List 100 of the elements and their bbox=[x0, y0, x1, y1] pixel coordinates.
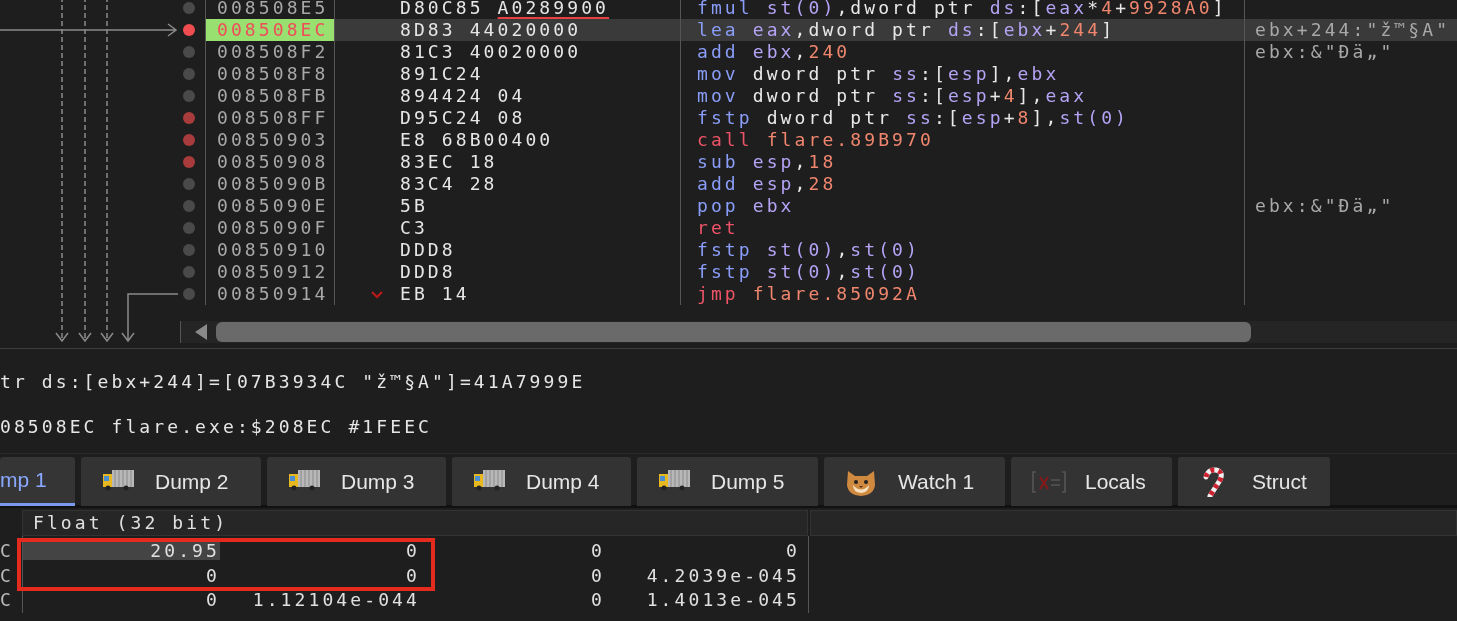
instruction-cell: add ebx,240 bbox=[680, 41, 1244, 63]
byte-group: 5B bbox=[400, 195, 428, 216]
value-cell[interactable]: 1.4013e-045 bbox=[605, 591, 800, 610]
address-cell: 008508EC bbox=[205, 19, 334, 41]
address-cell: 008508FB bbox=[205, 85, 334, 107]
byte-group: 08 bbox=[497, 107, 526, 128]
scrollbar-thumb[interactable] bbox=[216, 322, 1251, 342]
address-cell: 00850914 bbox=[205, 283, 334, 305]
comment-cell: ebx:&"Đä„" bbox=[1244, 41, 1457, 63]
byte-group: 68B00400 bbox=[441, 129, 554, 150]
address-cell: 008508FF bbox=[205, 107, 334, 129]
instruction-cell: fstp dword ptr ss:[esp+8],st(0) bbox=[680, 107, 1244, 129]
instruction-cell: fstp st(0),st(0) bbox=[680, 261, 1244, 283]
tab[interactable]: Dump 2 bbox=[81, 457, 261, 506]
breakpoint-dot[interactable] bbox=[183, 266, 195, 278]
byte-group: EB bbox=[400, 283, 428, 304]
relocated-bytes: A0289900 bbox=[497, 0, 610, 18]
byte-group: 28 bbox=[469, 173, 498, 194]
info-line: tr ds:[ebx+244]=[07B3934C "ž™§A"]=41A7999E bbox=[0, 371, 587, 393]
breakpoint-dot[interactable] bbox=[183, 68, 195, 80]
byte-group: E8 bbox=[400, 129, 428, 150]
tab[interactable]: mp 1 bbox=[0, 457, 75, 506]
byte-group: 14 bbox=[441, 283, 470, 304]
value-cell[interactable]: 4.2039e-045 bbox=[605, 566, 800, 585]
address-cell-text: C bbox=[0, 591, 15, 610]
tab[interactable]: Locals bbox=[1011, 457, 1172, 506]
breakpoint-dot[interactable] bbox=[183, 156, 195, 168]
address-cell: 00850903 bbox=[205, 129, 334, 151]
instruction-cell: add esp,28 bbox=[680, 173, 1244, 195]
byte-group: 40020000 bbox=[469, 41, 582, 62]
truck-icon bbox=[659, 469, 690, 490]
address-cell: 0085090B bbox=[205, 173, 334, 195]
value-cell[interactable]: 0 bbox=[420, 542, 605, 561]
instruction-cell: call flare.89B970 bbox=[680, 129, 1244, 151]
instruction-cell: ret bbox=[680, 217, 1244, 239]
instruction-cell: mov dword ptr ss:[esp],ebx bbox=[680, 63, 1244, 85]
instruction-cell: pop ebx bbox=[680, 195, 1244, 217]
breakpoint-dot[interactable] bbox=[183, 200, 195, 212]
breakpoint-dot[interactable] bbox=[183, 90, 195, 102]
scroll-left-icon[interactable] bbox=[195, 324, 207, 340]
instruction-cell: fstp st(0),st(0) bbox=[680, 239, 1244, 261]
cat-face-icon bbox=[847, 470, 875, 496]
byte-group: 81C3 bbox=[400, 41, 456, 62]
address-cell: 00850912 bbox=[205, 261, 334, 283]
breakpoint-dot[interactable] bbox=[183, 222, 195, 234]
byte-group: 83EC bbox=[400, 151, 456, 172]
value-cell[interactable]: 1.12104e-044 bbox=[220, 591, 420, 610]
instruction-cell: jmp flare.85092A bbox=[680, 283, 1244, 305]
instruction-cell: lea eax,dword ptr ds:[ebx+244] bbox=[680, 19, 1244, 41]
value-cell[interactable]: 0 bbox=[220, 566, 420, 585]
byte-group: 04 bbox=[497, 85, 526, 106]
byte-group: 894424 bbox=[400, 85, 484, 106]
tab[interactable]: Dump 5 bbox=[637, 457, 818, 506]
truck-icon bbox=[289, 469, 320, 490]
value-cell[interactable]: 0 bbox=[22, 591, 220, 610]
value-cell[interactable]: 0 bbox=[605, 542, 800, 561]
address-cell: 0085090E bbox=[205, 195, 334, 217]
breakpoint-dot[interactable] bbox=[183, 2, 195, 14]
breakpoint-dot[interactable] bbox=[183, 24, 195, 36]
value-cell[interactable]: 0 bbox=[220, 542, 420, 561]
address-cell: 008508F2 bbox=[205, 41, 334, 63]
byte-group: DDD8 bbox=[400, 261, 456, 282]
instruction-cell: sub esp,18 bbox=[680, 151, 1244, 173]
breakpoint-dot[interactable] bbox=[183, 178, 195, 190]
column-header: Float (32 bit) bbox=[22, 510, 808, 536]
address-cell: 0085090F bbox=[205, 217, 334, 239]
tab[interactable]: Struct bbox=[1178, 457, 1330, 506]
byte-group: 18 bbox=[469, 151, 498, 172]
truck-icon bbox=[474, 469, 505, 490]
breakpoint-dot[interactable] bbox=[183, 244, 195, 256]
variable-brackets-icon bbox=[1032, 470, 1066, 493]
breakpoint-dot[interactable] bbox=[183, 288, 195, 300]
value-cell[interactable]: 0 bbox=[420, 591, 605, 610]
truck-icon bbox=[103, 469, 134, 490]
info-line: 08508EC flare.exe:$208EC #1FEEC bbox=[0, 416, 434, 438]
breakpoint-dot[interactable] bbox=[183, 112, 195, 124]
byte-group: D95C24 bbox=[400, 107, 484, 128]
value-cell[interactable]: 0 bbox=[420, 566, 605, 585]
byte-group: 83C4 bbox=[400, 173, 456, 194]
instruction-cell: mov dword ptr ss:[esp+4],eax bbox=[680, 85, 1244, 107]
byte-group: C3 bbox=[400, 217, 428, 238]
breakpoint-dot[interactable] bbox=[183, 46, 195, 58]
byte-group: DDD8 bbox=[400, 239, 456, 260]
address-cell-text: C bbox=[0, 566, 15, 585]
candy-cane-icon bbox=[1203, 466, 1224, 497]
byte-group: 44020000 bbox=[469, 19, 582, 40]
comment-cell: ebx+244:"ž™§A" bbox=[1244, 19, 1457, 41]
value-cell[interactable]: 20.95 bbox=[22, 542, 220, 561]
value-cell[interactable]: 0 bbox=[22, 566, 220, 585]
tab[interactable]: Watch 1 bbox=[824, 457, 1005, 506]
breakpoint-dot[interactable] bbox=[183, 134, 195, 146]
horizontal-scrollbar[interactable] bbox=[180, 321, 1457, 343]
byte-group: 891C24 bbox=[400, 63, 484, 84]
address-cell: 00850908 bbox=[205, 151, 334, 173]
comment-cell: ebx:&"Đä„" bbox=[1244, 195, 1457, 217]
tab[interactable]: Dump 3 bbox=[267, 457, 446, 506]
byte-group: 8D83 bbox=[400, 19, 456, 40]
tab[interactable]: Dump 4 bbox=[452, 457, 631, 506]
address-cell: 00850910 bbox=[205, 239, 334, 261]
address-cell: 008508F8 bbox=[205, 63, 334, 85]
